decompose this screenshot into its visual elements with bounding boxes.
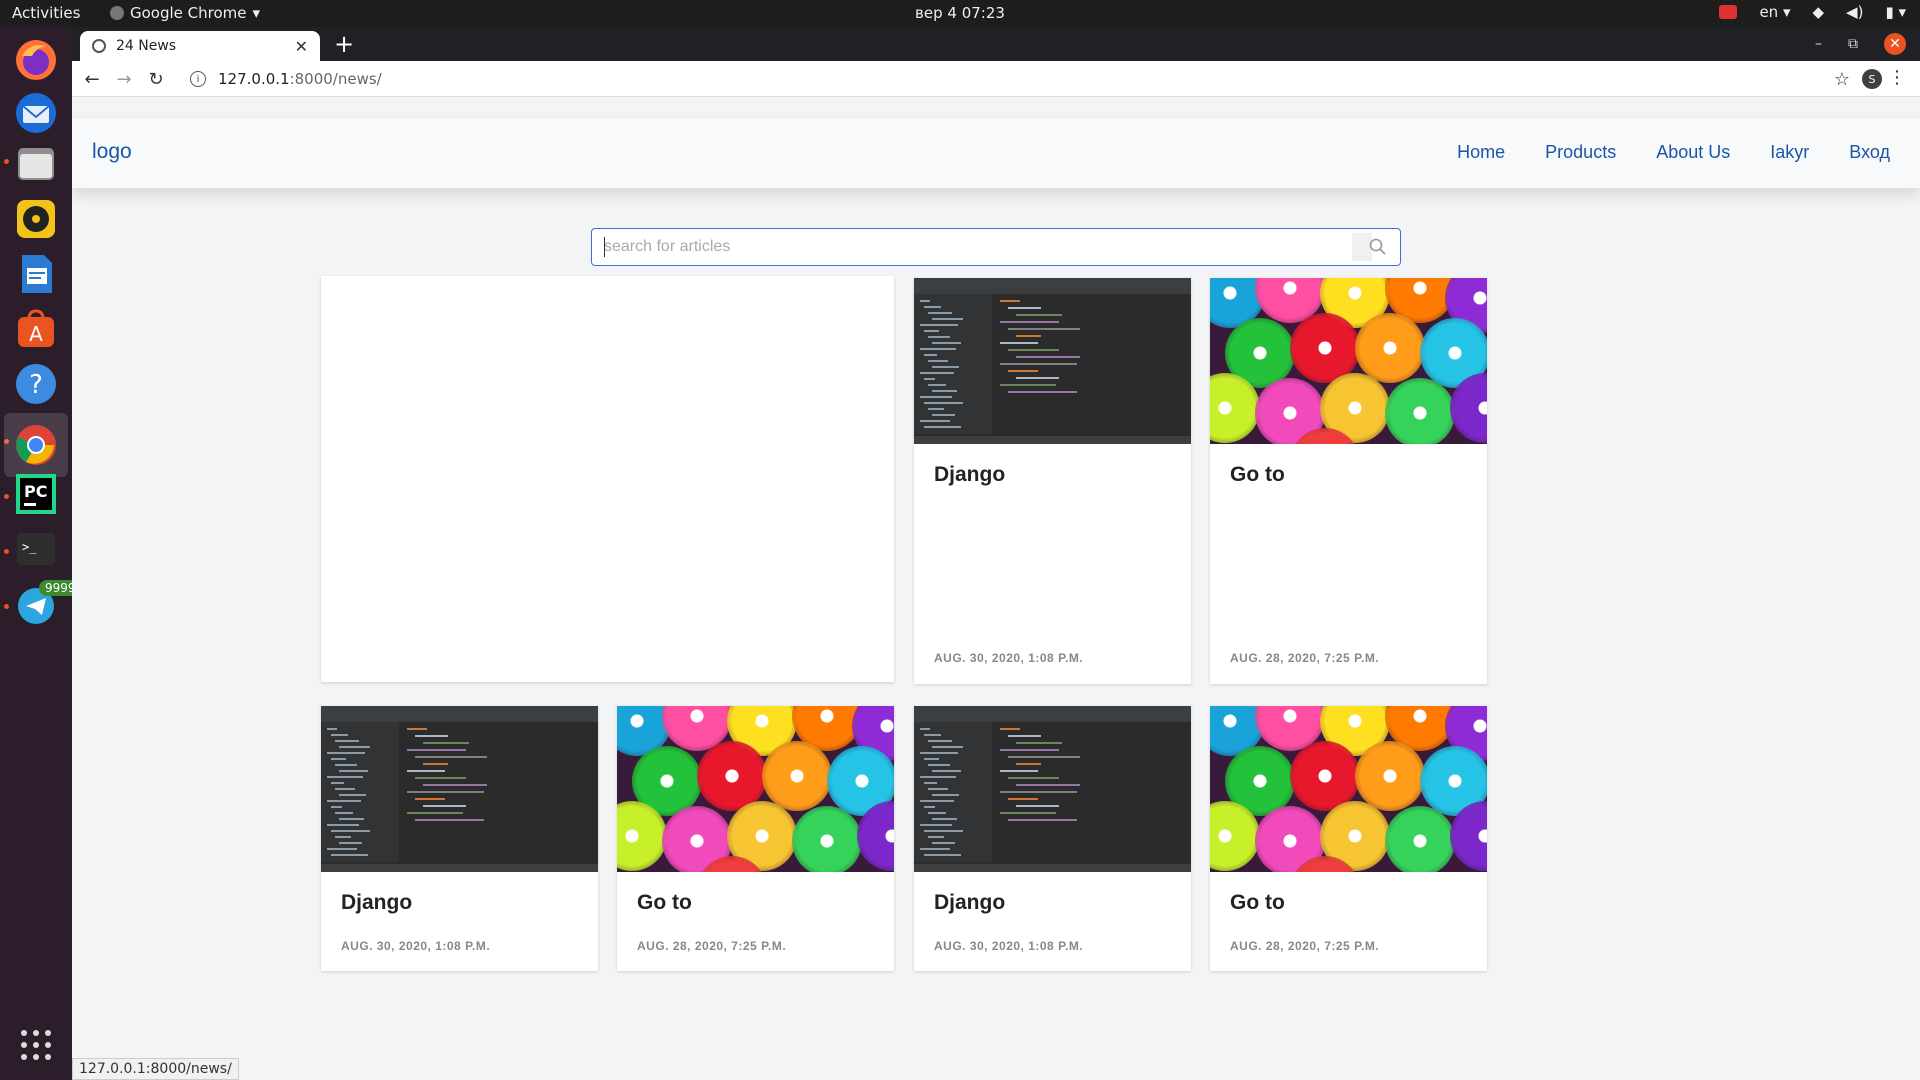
- tab-strip: 24 News ✕ + – ⧉ ✕: [72, 27, 1920, 61]
- close-window-button[interactable]: ✕: [1884, 33, 1906, 55]
- clock[interactable]: вер 4 07:23: [0, 4, 1920, 22]
- article-date: AUG. 28, 2020, 7:25 P.M.: [1230, 651, 1380, 665]
- maximize-button[interactable]: ⧉: [1848, 36, 1858, 52]
- minimize-button[interactable]: –: [1815, 36, 1822, 52]
- reload-button[interactable]: ↻: [142, 65, 170, 93]
- article-image: [617, 706, 894, 872]
- firefox-icon[interactable]: [12, 36, 60, 84]
- software-icon[interactable]: A: [12, 305, 60, 353]
- running-indicator: [4, 549, 9, 554]
- running-indicator: [4, 494, 9, 499]
- article-title[interactable]: Go to: [1230, 891, 1285, 915]
- profile-avatar[interactable]: S: [1862, 69, 1882, 89]
- window-controls: – ⧉ ✕: [1815, 33, 1906, 55]
- screen-record-icon[interactable]: [1719, 5, 1738, 19]
- article-title[interactable]: Django: [934, 463, 1005, 487]
- new-tab-button[interactable]: +: [334, 31, 354, 57]
- status-url-bubble: 127.0.0.1:8000/news/: [72, 1058, 239, 1080]
- search-icon[interactable]: [1368, 237, 1388, 257]
- volume-icon: ◀): [1846, 3, 1864, 21]
- svg-text:A: A: [29, 322, 43, 346]
- address-bar[interactable]: i 127.0.0.1:8000/news/: [180, 65, 1868, 93]
- running-indicator: [4, 159, 9, 164]
- url-host: 127.0.0.1: [218, 70, 290, 88]
- featured-card[interactable]: [321, 276, 894, 682]
- svg-text:?: ?: [29, 370, 43, 400]
- article-title[interactable]: Go to: [637, 891, 692, 915]
- system-tray[interactable]: en ▾ ◆ ◀) ▮ ▾: [1719, 3, 1906, 21]
- article-date: AUG. 30, 2020, 1:08 P.M.: [341, 939, 491, 953]
- nav-about-us[interactable]: About Us: [1656, 142, 1730, 163]
- article-card[interactable]: Go to AUG. 28, 2020, 7:25 P.M.: [617, 706, 894, 971]
- article-title[interactable]: Django: [341, 891, 412, 915]
- article-date: AUG. 30, 2020, 1:08 P.M.: [934, 939, 1084, 953]
- language-indicator[interactable]: en ▾: [1759, 3, 1790, 21]
- article-date: AUG. 28, 2020, 7:25 P.M.: [637, 939, 787, 953]
- cupcakes-photo: [1210, 706, 1487, 872]
- thunderbird-icon[interactable]: [12, 89, 60, 137]
- code-screenshot: [914, 278, 1191, 444]
- article-image: [914, 278, 1191, 444]
- article-image: [1210, 278, 1487, 444]
- article-image: [914, 706, 1191, 872]
- wifi-icon: ◆: [1812, 3, 1825, 21]
- rhythmbox-icon[interactable]: [12, 195, 60, 243]
- help-icon[interactable]: ?: [12, 360, 60, 408]
- dock: A ? PC >_ 9999: [0, 27, 82, 1080]
- code-screenshot: [321, 706, 598, 872]
- tab-title: 24 News: [116, 38, 177, 54]
- telegram-icon[interactable]: 9999: [12, 580, 82, 628]
- nav-links: Home Products About Us Iakyr Вход: [1457, 142, 1890, 163]
- svg-text:PC: PC: [24, 482, 47, 501]
- article-card[interactable]: Django AUG. 30, 2020, 1:08 P.M.: [914, 706, 1191, 971]
- search-box: [591, 228, 1401, 266]
- files-icon[interactable]: [12, 140, 60, 188]
- globe-icon: [92, 39, 106, 53]
- article-card[interactable]: Go to AUG. 28, 2020, 7:25 P.M.: [1210, 706, 1487, 971]
- article-image: [1210, 706, 1487, 872]
- url-path: :8000/news/: [289, 70, 382, 88]
- terminal-icon[interactable]: >_: [12, 525, 60, 573]
- article-image: [321, 706, 598, 872]
- back-button[interactable]: ←: [78, 65, 106, 93]
- code-screenshot: [914, 706, 1191, 872]
- article-date: AUG. 28, 2020, 7:25 P.M.: [1230, 939, 1380, 953]
- info-icon[interactable]: i: [190, 71, 206, 87]
- nav-home[interactable]: Home: [1457, 142, 1505, 163]
- nav-login[interactable]: Вход: [1849, 142, 1890, 163]
- system-top-bar: Activities Google Chrome ▾ вер 4 07:23 e…: [0, 0, 1920, 27]
- running-indicator: [4, 604, 9, 609]
- article-title[interactable]: Django: [934, 891, 1005, 915]
- nav-products[interactable]: Products: [1545, 142, 1616, 163]
- menu-kebab-icon[interactable]: ⋮: [1888, 67, 1906, 88]
- tab-24-news[interactable]: 24 News ✕: [80, 31, 320, 61]
- browser-toolbar: ← → ↻ i 127.0.0.1:8000/news/ ☆ S ⋮: [72, 61, 1920, 97]
- show-apps-icon[interactable]: [12, 1021, 60, 1069]
- battery-icon: ▮ ▾: [1885, 3, 1906, 21]
- svg-text:>_: >_: [22, 540, 37, 554]
- article-card[interactable]: Django AUG. 30, 2020, 1:08 P.M.: [914, 278, 1191, 684]
- writer-icon[interactable]: [12, 250, 60, 298]
- close-tab-icon[interactable]: ✕: [295, 37, 308, 56]
- language-label: en: [1759, 3, 1779, 21]
- nav-user[interactable]: Iakyr: [1770, 142, 1809, 163]
- web-page: logo Home Products About Us Iakyr Вход D…: [72, 98, 1920, 1080]
- article-card[interactable]: Django AUG. 30, 2020, 1:08 P.M.: [321, 706, 598, 971]
- forward-button[interactable]: →: [110, 65, 138, 93]
- site-navbar: logo Home Products About Us Iakyr Вход: [72, 118, 1920, 188]
- text-cursor: [604, 237, 605, 257]
- search-input[interactable]: [604, 233, 1344, 261]
- chrome-icon[interactable]: [4, 413, 68, 477]
- article-title[interactable]: Go to: [1230, 463, 1285, 487]
- pycharm-icon[interactable]: PC: [12, 470, 60, 518]
- article-date: AUG. 30, 2020, 1:08 P.M.: [934, 651, 1084, 665]
- cupcakes-photo: [617, 706, 894, 872]
- cupcakes-photo: [1210, 278, 1487, 444]
- site-logo[interactable]: logo: [92, 140, 132, 164]
- bookmark-star-icon[interactable]: ☆: [1834, 69, 1850, 90]
- article-card[interactable]: Go to AUG. 28, 2020, 7:25 P.M.: [1210, 278, 1487, 684]
- browser-window: 24 News ✕ + – ⧉ ✕ ← → ↻ i 127.0.0.1:8000…: [72, 27, 1920, 1080]
